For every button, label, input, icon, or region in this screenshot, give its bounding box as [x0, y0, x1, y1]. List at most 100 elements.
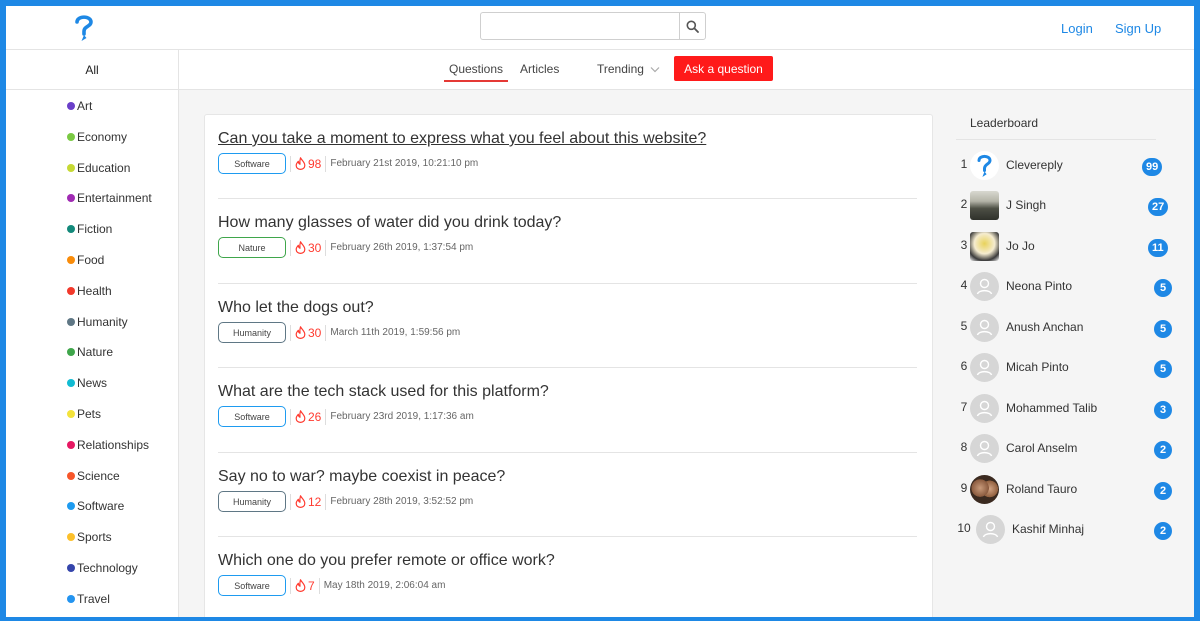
leaderboard-name[interactable]: Neona Pinto: [1006, 279, 1072, 293]
sidebar-item-pets[interactable]: Pets: [67, 407, 101, 421]
question-item: Say no to war? maybe coexist in peace? H…: [218, 468, 918, 512]
sidebar-item-travel[interactable]: Travel: [67, 592, 110, 606]
leaderboard-name[interactable]: Micah Pinto: [1006, 360, 1069, 374]
category-tag[interactable]: Humanity: [218, 322, 286, 343]
category-tag[interactable]: Software: [218, 406, 286, 427]
fire-icon: [295, 579, 306, 592]
leaderboard-row: 6 Micah Pinto 5: [956, 353, 1172, 383]
default-user-icon[interactable]: [970, 353, 999, 382]
default-user-icon[interactable]: [976, 515, 1005, 544]
points-badge: 2: [1154, 482, 1172, 500]
sidebar-item-economy[interactable]: Economy: [67, 130, 127, 144]
divider: [218, 452, 917, 453]
divider: [290, 155, 291, 172]
sidebar-item-nature[interactable]: Nature: [67, 345, 113, 359]
sidebar-item-science[interactable]: Science: [67, 469, 120, 483]
search-input[interactable]: [480, 12, 679, 40]
points-badge: 5: [1154, 320, 1172, 338]
timestamp: February 23rd 2019, 1:17:36 am: [330, 411, 474, 422]
sidebar-item-label: Relationships: [77, 438, 150, 452]
question-meta: Software 7 May 18th 2019, 2:06:04 am: [218, 575, 445, 596]
sidebar-item-label: Health: [77, 284, 112, 298]
points-badge: 5: [1154, 360, 1172, 378]
divider: [325, 408, 327, 425]
timestamp: February 21st 2019, 10:21:10 pm: [330, 158, 479, 169]
sidebar-item-technology[interactable]: Technology: [67, 561, 138, 575]
sidebar-item-art[interactable]: Art: [67, 99, 92, 113]
category-dot-icon: [67, 133, 75, 141]
default-user-icon[interactable]: [970, 394, 999, 423]
leaderboard-name[interactable]: J Singh: [1006, 198, 1046, 212]
leaderboard-name[interactable]: Anush Anchan: [1006, 320, 1083, 334]
question-meta: Humanity 30 March 11th 2019, 1:59:56 pm: [218, 322, 460, 343]
tab-trending[interactable]: Trending: [597, 62, 660, 76]
divider: [290, 493, 291, 510]
sidebar-item-relationships[interactable]: Relationships: [67, 438, 149, 452]
leaderboard-name[interactable]: Mohammed Talib: [1006, 401, 1097, 415]
category-dot-icon: [67, 287, 75, 295]
sidebar-item-news[interactable]: News: [67, 376, 107, 390]
avatar-photo-icon[interactable]: [970, 475, 999, 504]
tab-questions[interactable]: Questions: [443, 62, 509, 82]
default-user-icon[interactable]: [970, 272, 999, 301]
category-tag[interactable]: Humanity: [218, 491, 286, 512]
category-tag[interactable]: Software: [218, 575, 286, 596]
sidebar-item-label: News: [77, 376, 108, 390]
sidebar-item-sports[interactable]: Sports: [67, 530, 112, 544]
divider: [290, 239, 291, 256]
question-title[interactable]: Which one do you prefer remote or office…: [218, 552, 918, 570]
sidebar-item-health[interactable]: Health: [67, 284, 112, 298]
sidebar-item-food[interactable]: Food: [67, 253, 104, 267]
category-dot-icon: [67, 225, 75, 233]
category-dot-icon: [67, 441, 75, 449]
sub-navigation: All Questions Articles Trending Ask a qu…: [6, 50, 1194, 90]
score-count: 98: [308, 156, 322, 171]
question-title[interactable]: Who let the dogs out?: [218, 299, 918, 317]
leaderboard-row: 8 Carol Anselm 2: [956, 434, 1172, 464]
category-dot-icon: [67, 102, 75, 110]
category-dot-icon: [67, 164, 75, 172]
score-count: 26: [308, 409, 322, 424]
sidebar-item-label: Technology: [77, 561, 138, 575]
leaderboard-row: 7 Mohammed Talib 3: [956, 394, 1172, 424]
signup-link[interactable]: Sign Up: [1115, 21, 1161, 36]
tab-articles[interactable]: Articles: [520, 62, 559, 76]
leaderboard-name[interactable]: Roland Tauro: [1006, 482, 1077, 496]
sidebar-item-fiction[interactable]: Fiction: [67, 222, 112, 236]
leaderboard-name[interactable]: Carol Anselm: [1006, 441, 1077, 455]
sidebar-item-education[interactable]: Education: [67, 161, 130, 175]
category-dot-icon: [67, 348, 75, 356]
avatar-illustration-icon[interactable]: [970, 232, 999, 261]
ask-question-button[interactable]: Ask a question: [674, 56, 773, 81]
login-link[interactable]: Login: [1061, 21, 1093, 36]
category-all-tab[interactable]: All: [6, 50, 179, 90]
question-title[interactable]: How many glasses of water did you drink …: [218, 214, 918, 232]
question-title[interactable]: Can you take a moment to express what yo…: [218, 130, 918, 148]
sidebar-item-label: Art: [77, 99, 93, 113]
clevereply-logo[interactable]: [72, 13, 96, 43]
points-badge: 2: [1154, 441, 1172, 459]
category-tag[interactable]: Nature: [218, 237, 286, 258]
avatar-logo-icon[interactable]: [970, 151, 999, 180]
leaderboard-name[interactable]: Jo Jo: [1006, 239, 1035, 253]
default-user-icon[interactable]: [970, 313, 999, 342]
timestamp: February 26th 2019, 1:37:54 pm: [330, 242, 474, 253]
leaderboard-name[interactable]: Clevereply: [1006, 158, 1063, 172]
leaderboard-row: 5 Anush Anchan 5: [956, 313, 1172, 343]
avatar-photo-icon[interactable]: [970, 191, 999, 220]
question-title[interactable]: Say no to war? maybe coexist in peace?: [218, 468, 918, 486]
leaderboard-name[interactable]: Kashif Minhaj: [1012, 522, 1084, 536]
question-meta: Software 26 February 23rd 2019, 1:17:36 …: [218, 406, 474, 427]
sidebar-item-humanity[interactable]: Humanity: [67, 315, 128, 329]
sidebar-item-label: Software: [77, 499, 125, 513]
search-button[interactable]: [679, 12, 706, 40]
question-title[interactable]: What are the tech stack used for this pl…: [218, 383, 918, 401]
default-user-icon[interactable]: [970, 434, 999, 463]
category-tag[interactable]: Software: [218, 153, 286, 174]
question-item: Who let the dogs out? Humanity 30 March …: [218, 299, 918, 343]
divider: [290, 408, 291, 425]
score-count: 30: [308, 325, 322, 340]
points-badge: 11: [1148, 239, 1168, 257]
sidebar-item-software[interactable]: Software: [67, 499, 124, 513]
sidebar-item-entertainment[interactable]: Entertainment: [67, 191, 152, 205]
